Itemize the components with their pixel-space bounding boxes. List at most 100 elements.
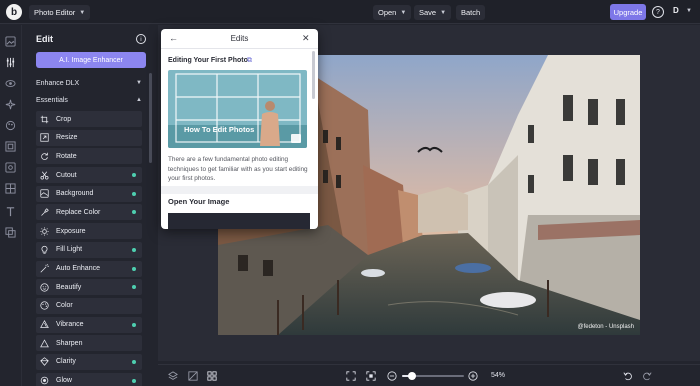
popup-subtitle[interactable]: Editing Your First Photo — [168, 57, 248, 64]
avatar[interactable]: D — [673, 6, 679, 15]
chevron-down-icon: ▼ — [440, 9, 447, 16]
tool-color[interactable]: Color — [36, 297, 142, 314]
layers-stack-icon[interactable] — [168, 371, 178, 381]
tool-label: Auto Enhance — [56, 265, 100, 272]
tool-crop[interactable]: Crop — [36, 111, 142, 127]
tool-replace-color[interactable]: Replace Color — [36, 204, 142, 221]
zoom-slider[interactable] — [402, 372, 464, 380]
section-essentials[interactable]: Essentials ▲ — [36, 97, 142, 104]
ai-image-enhancer-button[interactable]: A.I. Image Enhancer — [36, 52, 146, 68]
redo-icon[interactable] — [642, 371, 652, 381]
close-icon[interactable]: ✕ — [302, 33, 310, 44]
upgrade-button[interactable]: Upgrade — [610, 4, 646, 20]
new-feature-dot — [132, 191, 136, 196]
external-link-icon[interactable]: ⧉ — [247, 57, 252, 65]
tool-fill-light[interactable]: Fill Light — [36, 241, 142, 258]
video-thumbnail-image — [168, 70, 307, 148]
batch-button[interactable]: Batch — [456, 5, 486, 20]
tool-exposure[interactable]: Exposure — [36, 223, 142, 240]
tool-label: Crop — [56, 115, 72, 123]
tool-glow[interactable]: Glow — [36, 372, 142, 386]
info-icon[interactable]: i — [136, 34, 146, 44]
essentials-tool-list: Crop Resize Rotate Cutout Background Replace … — [36, 111, 142, 386]
fit-screen-icon[interactable] — [346, 371, 356, 381]
open-button[interactable]: Open ▼ — [373, 5, 412, 20]
section-label: Essentials — [36, 97, 68, 104]
effects-icon[interactable] — [5, 99, 16, 110]
chevron-down-icon: ▼ — [400, 9, 407, 16]
adjust-sliders-icon[interactable] — [5, 57, 16, 68]
tool-label: Sharpen — [56, 339, 83, 347]
artsy-icon[interactable] — [5, 120, 16, 131]
tool-auto-enhance[interactable]: Auto Enhance — [36, 260, 142, 277]
tool-rail — [0, 25, 22, 386]
tutorial-video-thumbnail[interactable]: How To Edit Photos — [168, 70, 307, 148]
tool-label: Replace Color — [56, 208, 101, 216]
crop-icon — [40, 115, 49, 124]
chevron-down-icon[interactable]: ▼ — [686, 8, 692, 14]
tool-label: Background — [56, 190, 94, 198]
text-icon[interactable] — [5, 206, 16, 217]
panel-scrollbar[interactable] — [149, 73, 152, 163]
new-feature-dot — [132, 247, 136, 252]
save-button[interactable]: Save ▼ — [414, 5, 452, 20]
tool-label: Vibrance — [56, 321, 84, 329]
undo-icon[interactable] — [623, 371, 633, 381]
background-icon — [40, 189, 49, 198]
chevron-up-icon: ▲ — [136, 97, 142, 103]
tool-cutout[interactable]: Cutout — [36, 167, 142, 184]
divider — [161, 186, 318, 194]
new-feature-dot — [132, 285, 136, 290]
tool-label: Rotate — [56, 152, 77, 160]
befunky-logo[interactable]: b — [6, 4, 22, 20]
tool-background[interactable]: Background — [36, 185, 142, 202]
zoom-in-icon[interactable] — [468, 371, 478, 381]
grid-icon[interactable] — [207, 371, 217, 381]
sun-icon — [40, 227, 49, 236]
chevron-down-icon: ▼ — [136, 80, 142, 86]
tool-resize[interactable]: Resize — [36, 129, 142, 146]
app-switcher-button[interactable]: Photo Editor ▼ — [29, 5, 91, 20]
popup-scrollbar[interactable] — [312, 51, 315, 99]
tool-clarity[interactable]: Clarity — [36, 353, 142, 370]
tool-beautify[interactable]: Beautify — [36, 279, 142, 296]
tool-vibrance[interactable]: Vibrance — [36, 316, 142, 333]
section-enhance-dlx[interactable]: Enhance DLX ▼ — [36, 80, 142, 87]
tool-label: Clarity — [56, 358, 76, 366]
new-feature-dot — [132, 359, 136, 364]
diamond-icon — [40, 357, 49, 367]
compare-icon[interactable] — [188, 371, 198, 381]
actual-size-icon[interactable] — [366, 371, 376, 381]
face-icon — [40, 283, 49, 292]
zoom-percentage: 54% — [491, 372, 506, 379]
edits-popup: ← Edits ✕ Editing Your First Photo ⧉ How… — [161, 29, 318, 229]
photo-credit: @fedeton - Unsplash — [577, 324, 634, 330]
open-image-preview — [168, 213, 310, 229]
layers-icon[interactable] — [5, 227, 16, 238]
overlay-icon[interactable] — [5, 183, 16, 194]
zoom-slider-thumb[interactable] — [408, 372, 417, 380]
section-label: Enhance DLX — [36, 80, 80, 87]
frame-icon[interactable] — [5, 141, 16, 152]
zoom-out-icon[interactable] — [387, 371, 397, 381]
tool-label: Beautify — [56, 283, 82, 291]
app-switcher-label: Photo Editor — [34, 8, 76, 17]
new-feature-dot — [132, 378, 136, 383]
rotate-icon — [40, 152, 49, 161]
tool-sharpen[interactable]: Sharpen — [36, 335, 142, 352]
palette-icon — [40, 301, 49, 310]
video-caption: How To Edit Photos — [184, 125, 255, 134]
panel-title: Edit — [36, 34, 53, 44]
help-icon[interactable]: ? — [652, 6, 664, 18]
resize-icon — [40, 133, 49, 142]
graphics-icon[interactable] — [5, 162, 16, 173]
tool-rotate[interactable]: Rotate — [36, 148, 142, 165]
save-label: Save — [419, 8, 437, 17]
chevron-down-icon: ▼ — [79, 9, 86, 16]
popup-title: Edits — [230, 34, 249, 43]
magic-wand-icon — [40, 264, 49, 273]
tool-label: Resize — [56, 134, 78, 142]
image-icon[interactable] — [5, 36, 16, 47]
open-label: Open — [378, 8, 397, 17]
eye-icon[interactable] — [5, 78, 16, 89]
